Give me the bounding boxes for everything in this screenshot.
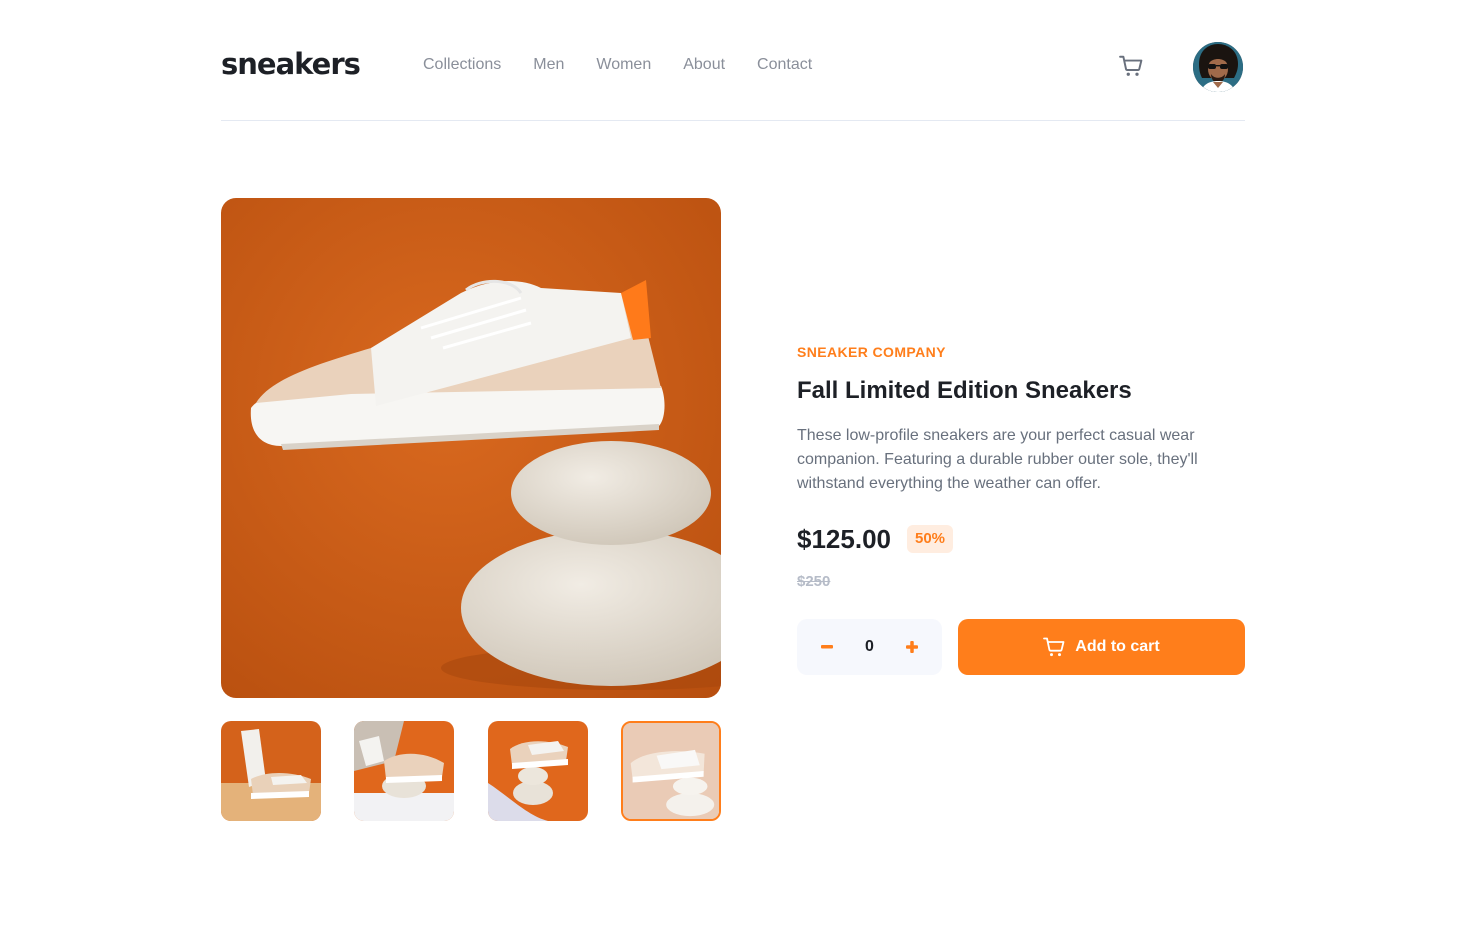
add-to-cart-button[interactable]: Add to cart: [958, 619, 1245, 675]
thumbnail-1[interactable]: [221, 721, 321, 821]
thumbnail-2-image: [354, 721, 454, 821]
minus-icon: [821, 645, 833, 649]
thumbnail-3[interactable]: [488, 721, 588, 821]
product-page: sneakers Collections Men Women About Con…: [0, 0, 1466, 942]
nav-about[interactable]: About: [683, 54, 725, 76]
avatar[interactable]: [1193, 42, 1243, 92]
product-title: Fall Limited Edition Sneakers: [797, 377, 1132, 404]
thumbnail-strip: [221, 721, 721, 821]
add-to-cart-label: Add to cart: [1075, 638, 1160, 655]
nav-men[interactable]: Men: [533, 54, 564, 76]
thumbnail-4-overlay: [623, 723, 719, 819]
plus-icon: [906, 641, 918, 653]
nav-collections[interactable]: Collections: [423, 54, 501, 76]
avatar-image: [1193, 42, 1243, 92]
site-header: sneakers Collections Men Women About Con…: [221, 0, 1245, 121]
cart-button[interactable]: [1119, 55, 1145, 79]
quantity-stepper: 0: [797, 619, 942, 675]
quantity-value[interactable]: 0: [847, 619, 892, 675]
product-info: SNEAKER COMPANY Fall Limited Edition Sne…: [797, 340, 1245, 675]
sneaker-image: [221, 198, 721, 698]
company-name: SNEAKER COMPANY: [797, 344, 946, 360]
nav-women[interactable]: Women: [596, 54, 651, 76]
thumbnail-1-image: [221, 721, 321, 821]
decrease-quantity-button[interactable]: [807, 619, 847, 675]
increase-quantity-button[interactable]: [892, 619, 932, 675]
thumbnail-2[interactable]: [354, 721, 454, 821]
original-price: $250: [797, 573, 831, 590]
discount-badge: 50%: [906, 525, 954, 553]
current-price: $125.00: [797, 524, 891, 554]
cart-icon: [1043, 637, 1065, 657]
logo[interactable]: sneakers: [221, 44, 361, 84]
price-row: $125.00 50%: [797, 523, 954, 555]
cart-icon: [1119, 55, 1143, 76]
thumbnail-3-image: [488, 721, 588, 821]
main-product-image[interactable]: [221, 198, 721, 698]
nav-contact[interactable]: Contact: [757, 54, 812, 76]
product-description: These low-profile sneakers are your perf…: [797, 427, 1198, 492]
main-nav: Collections Men Women About Contact: [423, 54, 844, 76]
thumbnail-4[interactable]: [621, 721, 721, 821]
